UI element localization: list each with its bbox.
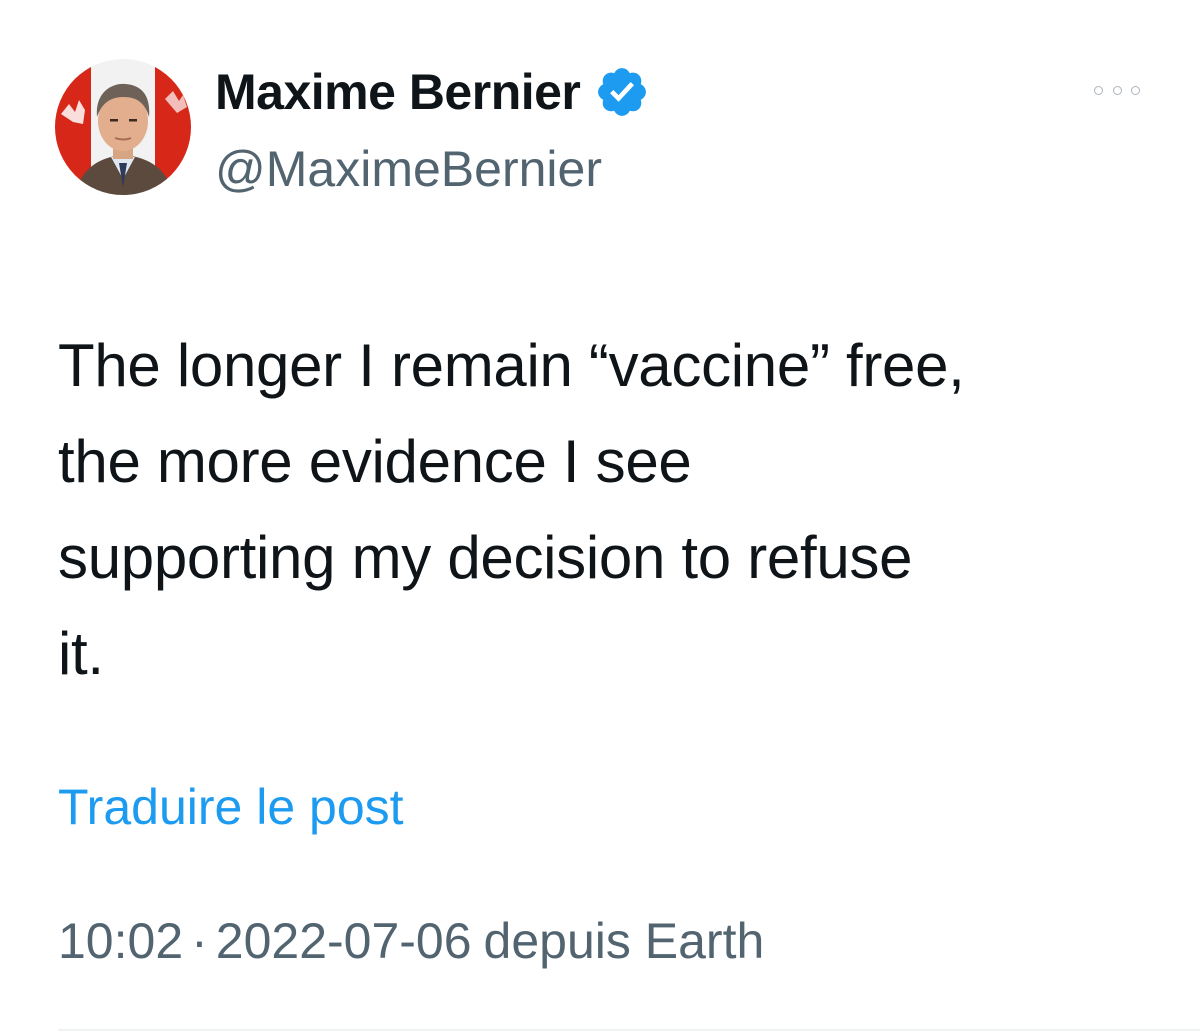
author-name-row: Maxime Bernier — [215, 60, 650, 124]
divider — [58, 1029, 1200, 1031]
translate-post-link[interactable]: Traduire le post — [58, 778, 404, 836]
author-handle[interactable]: @MaximeBernier — [215, 140, 602, 198]
tweet-text-line: supporting my decision to refuse — [58, 524, 913, 591]
tweet: Maxime Bernier @MaximeBernier The longer… — [0, 0, 1200, 1033]
more-options-icon[interactable] — [1094, 78, 1140, 102]
meta-separator: · — [191, 913, 208, 969]
author-display-name[interactable]: Maxime Bernier — [215, 63, 581, 121]
tweet-text-line: The longer I remain “vaccine” free, — [58, 332, 965, 399]
more-dot — [1131, 85, 1140, 95]
avatar-photo — [55, 59, 191, 195]
tweet-metadata: 10:02 · 2022-07-06 depuis Earth — [58, 912, 764, 970]
tweet-text: The longer I remain “vaccine” free, the … — [58, 318, 1168, 702]
tweet-text-line: it. — [58, 620, 104, 687]
more-dot — [1094, 85, 1103, 95]
tweet-text-line: the more evidence I see — [58, 428, 692, 495]
verified-badge-icon[interactable] — [594, 64, 650, 120]
author-avatar[interactable] — [55, 59, 191, 195]
tweet-time[interactable]: 10:02 — [58, 912, 183, 970]
tweet-source: depuis Earth — [483, 913, 765, 969]
more-dot — [1112, 85, 1122, 95]
tweet-date[interactable]: 2022-07-06 — [216, 912, 472, 970]
